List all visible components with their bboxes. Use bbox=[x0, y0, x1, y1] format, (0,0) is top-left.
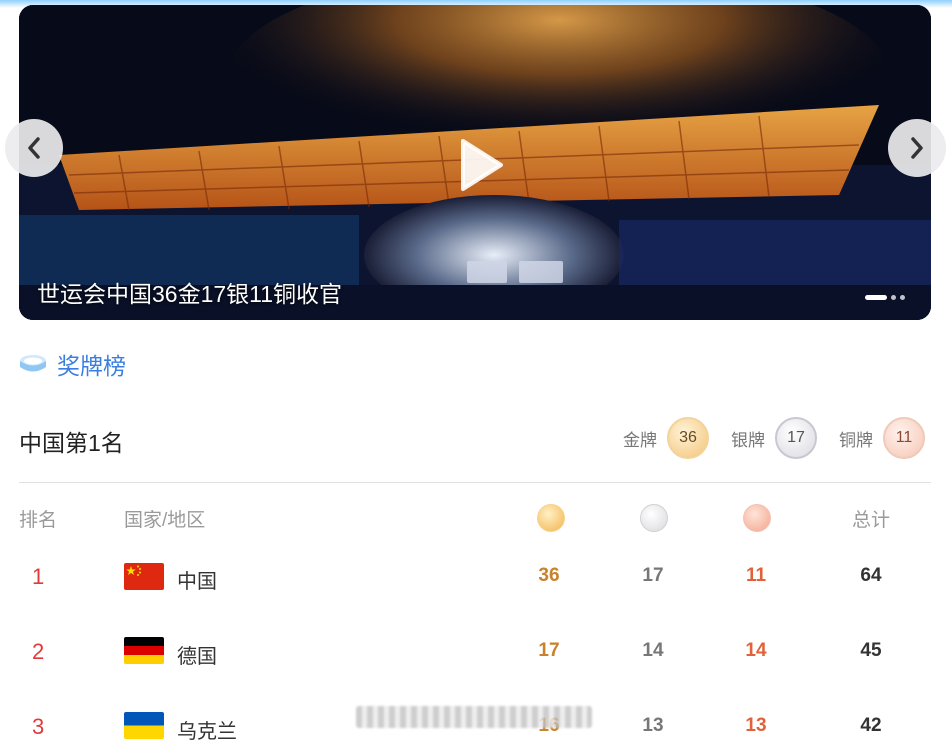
bronze-medal-icon bbox=[743, 504, 771, 532]
bronze-label: 铜牌 bbox=[839, 430, 873, 450]
divider bbox=[19, 482, 931, 483]
section-title: 奖牌榜 bbox=[57, 353, 126, 379]
rank-cell: 2 bbox=[32, 639, 45, 664]
silver-count-badge: 17 bbox=[775, 417, 817, 459]
total-cell: 64 bbox=[860, 565, 882, 586]
silver-label: 银牌 bbox=[731, 430, 765, 450]
silver-cell: 13 bbox=[642, 715, 664, 736]
play-icon[interactable] bbox=[459, 138, 503, 192]
header-country: 国家/地区 bbox=[124, 510, 206, 531]
silver-cell: 14 bbox=[642, 640, 664, 661]
medal-podium-icon bbox=[20, 355, 46, 372]
rank-cell: 1 bbox=[32, 564, 45, 589]
country-name: 乌克兰 bbox=[177, 721, 237, 743]
chevron-left-icon bbox=[28, 137, 40, 159]
table-row[interactable]: 2 德国 17 14 14 45 bbox=[0, 635, 952, 675]
carousel-dot[interactable] bbox=[900, 295, 905, 300]
carousel-dot-active[interactable] bbox=[865, 295, 887, 300]
bronze-cell: 11 bbox=[745, 565, 767, 586]
germany-flag-icon bbox=[124, 637, 164, 664]
news-banner-carousel[interactable]: 世运会中国36金17银11铜收官 bbox=[19, 5, 931, 320]
medal-table-header: 奖牌榜 bbox=[18, 348, 126, 380]
bronze-cell: 13 bbox=[745, 715, 767, 736]
gold-medal-icon bbox=[537, 504, 565, 532]
country-name: 德国 bbox=[177, 646, 217, 668]
summary-gold: 金牌 36 bbox=[623, 417, 709, 459]
silver-medal-icon bbox=[640, 504, 668, 532]
header-rank: 排名 bbox=[19, 510, 58, 531]
summary-rank-text: 中国第1名 bbox=[19, 430, 124, 456]
gold-count-badge: 36 bbox=[667, 417, 709, 459]
carousel-dot[interactable] bbox=[891, 295, 896, 300]
bronze-count-badge: 11 bbox=[883, 417, 925, 459]
bronze-cell: 14 bbox=[745, 640, 767, 661]
header-total: 总计 bbox=[852, 510, 891, 531]
carousel-next-button[interactable] bbox=[888, 119, 946, 177]
ukraine-flag-icon bbox=[124, 712, 164, 739]
carousel-prev-button[interactable] bbox=[5, 119, 63, 177]
carousel-indicators bbox=[865, 295, 905, 300]
total-cell: 42 bbox=[860, 715, 882, 736]
total-cell: 45 bbox=[860, 640, 882, 661]
china-flag-icon bbox=[124, 563, 164, 590]
silver-cell: 17 bbox=[642, 565, 664, 586]
country-name: 中国 bbox=[177, 571, 217, 593]
chevron-right-icon bbox=[911, 137, 923, 159]
gold-label: 金牌 bbox=[623, 430, 657, 450]
gold-cell: 36 bbox=[538, 565, 560, 586]
table-row[interactable]: 1 中国 36 17 11 64 bbox=[0, 560, 952, 600]
gold-cell: 17 bbox=[538, 640, 560, 661]
banner-caption[interactable]: 世运会中国36金17银11铜收官 bbox=[37, 275, 342, 309]
summary-bronze: 铜牌 11 bbox=[839, 417, 925, 459]
summary-silver: 银牌 17 bbox=[731, 417, 817, 459]
rank-cell: 3 bbox=[32, 714, 45, 739]
watermark-overlay bbox=[356, 706, 592, 728]
